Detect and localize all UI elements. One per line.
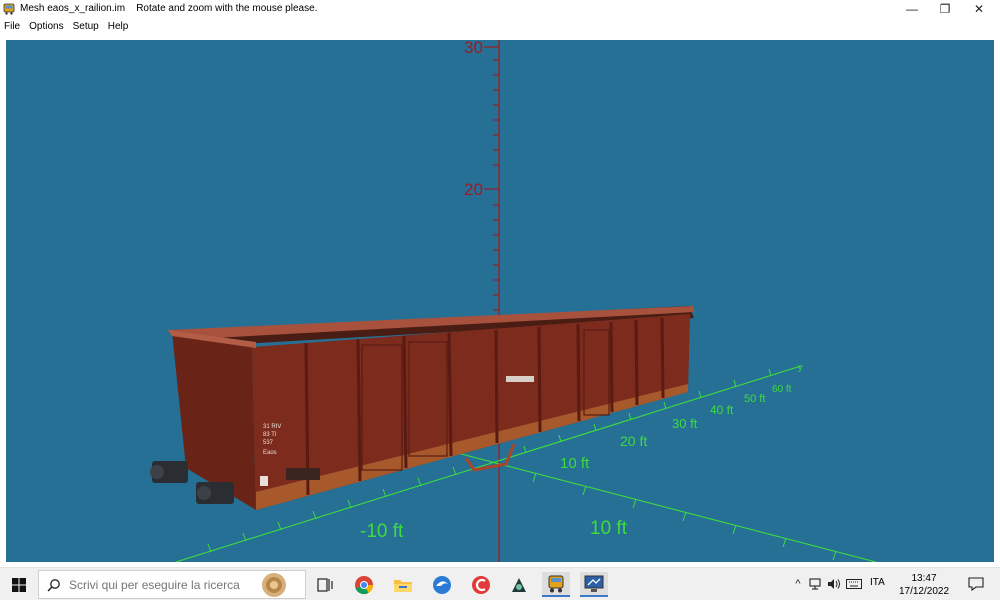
ccleaner-icon <box>472 575 490 594</box>
task-view-icon <box>317 577 333 592</box>
y-axis-label-20ft: 20 ft <box>620 433 647 449</box>
chevron-up-icon: ^ <box>795 578 801 590</box>
window-title-name: Mesh eaos_x_railion.im <box>20 3 126 14</box>
wagon-model: 31 RIV 83 TI 537 Eaos <box>150 306 694 510</box>
wagon-plate <box>286 468 320 480</box>
minimize-icon: — <box>906 1 918 16</box>
menu-bar: File Options Setup Help <box>0 17 1000 35</box>
x-axis-label-10ft: 10 ft <box>590 518 628 539</box>
y-axis-label-30ft: 30 ft <box>672 416 698 431</box>
menu-options[interactable]: Options <box>29 21 63 32</box>
restore-button[interactable]: ❐ <box>928 0 962 17</box>
speaker-icon <box>828 579 840 589</box>
3d-viewport[interactable]: 30 20 y 60 ft 50 ft 40 ft 30 ft 20 ft 10… <box>6 40 994 562</box>
search-input[interactable] <box>69 577 244 592</box>
close-button[interactable]: ✕ <box>962 0 996 17</box>
network-button[interactable] <box>808 576 824 592</box>
language-indicator[interactable]: ITA <box>870 577 885 588</box>
show-hidden-icons-button[interactable]: ^ <box>790 576 806 592</box>
wagon-label <box>260 476 268 486</box>
app-icon <box>512 577 526 592</box>
viewport-scene: 30 20 y 60 ft 50 ft 40 ft 30 ft 20 ft 10… <box>150 40 877 562</box>
monitor-app-icon <box>584 575 604 592</box>
notification-icon <box>968 577 984 592</box>
chrome-button[interactable] <box>350 572 378 597</box>
system-tray: ^ ITA 13:47 17/12/2022 <box>790 568 1000 601</box>
start-button[interactable] <box>0 568 38 601</box>
y-axis-label-40ft: 40 ft <box>710 403 734 417</box>
menu-help[interactable]: Help <box>108 21 129 32</box>
volume-button[interactable] <box>826 576 842 592</box>
file-explorer-button[interactable] <box>389 572 417 597</box>
ccleaner-button[interactable] <box>467 572 495 597</box>
task-view-button[interactable] <box>311 572 339 597</box>
close-icon: ✕ <box>973 1 985 16</box>
minimize-button[interactable]: — <box>895 0 929 17</box>
menu-setup[interactable]: Setup <box>73 21 99 32</box>
vertical-axis-label-30: 30 <box>464 40 483 57</box>
y-axis-label-60ft: 60 ft <box>772 384 792 395</box>
wagon-marking-4: Eaos <box>263 450 277 456</box>
title-bar: Mesh eaos_x_railion.im Rotate and zoom w… <box>0 0 1000 17</box>
wagon-marking-3: 537 <box>263 440 274 446</box>
train-app-icon <box>548 575 564 592</box>
wagon-logo <box>506 376 534 382</box>
clock-time: 13:47 <box>911 573 937 584</box>
window-title: Mesh eaos_x_railion.im Rotate and zoom w… <box>20 3 317 14</box>
monitor-app-taskbar-button[interactable] <box>580 572 608 597</box>
file-explorer-icon <box>394 579 412 592</box>
wagon-marking-2: 83 TI <box>263 432 277 438</box>
network-icon <box>809 578 821 590</box>
vertical-axis <box>484 40 500 562</box>
search-icon <box>47 578 60 592</box>
train-app-taskbar-button[interactable] <box>542 572 570 597</box>
browser-button[interactable] <box>428 572 456 597</box>
y-axis-label: y <box>798 362 803 372</box>
taskbar-search[interactable] <box>38 570 306 599</box>
keyboard-icon <box>846 579 862 589</box>
search-highlight-illustration <box>262 573 286 597</box>
clock-date: 17/12/2022 <box>898 586 950 597</box>
app-button[interactable] <box>505 572 533 597</box>
keyboard-button[interactable] <box>846 576 862 592</box>
vertical-axis-label-20: 20 <box>464 180 483 199</box>
taskbar: ^ ITA 13:47 17/12/202 <box>0 567 1000 600</box>
windows-icon <box>12 577 26 592</box>
notifications-button[interactable] <box>968 576 984 592</box>
browser-icon <box>433 575 451 594</box>
y-axis-label-50ft: 50 ft <box>744 393 765 405</box>
chrome-icon <box>355 575 373 594</box>
clock[interactable]: 13:47 17/12/2022 <box>898 572 950 598</box>
menu-file[interactable]: File <box>4 21 20 32</box>
wagon-marking-1: 31 RIV <box>263 424 281 430</box>
y-axis-label-10ft: 10 ft <box>560 455 590 472</box>
window-hint: Rotate and zoom with the mouse please. <box>136 3 318 14</box>
y-axis-label-neg10ft: -10 ft <box>360 521 404 542</box>
train-app-icon <box>3 3 15 15</box>
restore-icon: ❐ <box>939 1 951 16</box>
